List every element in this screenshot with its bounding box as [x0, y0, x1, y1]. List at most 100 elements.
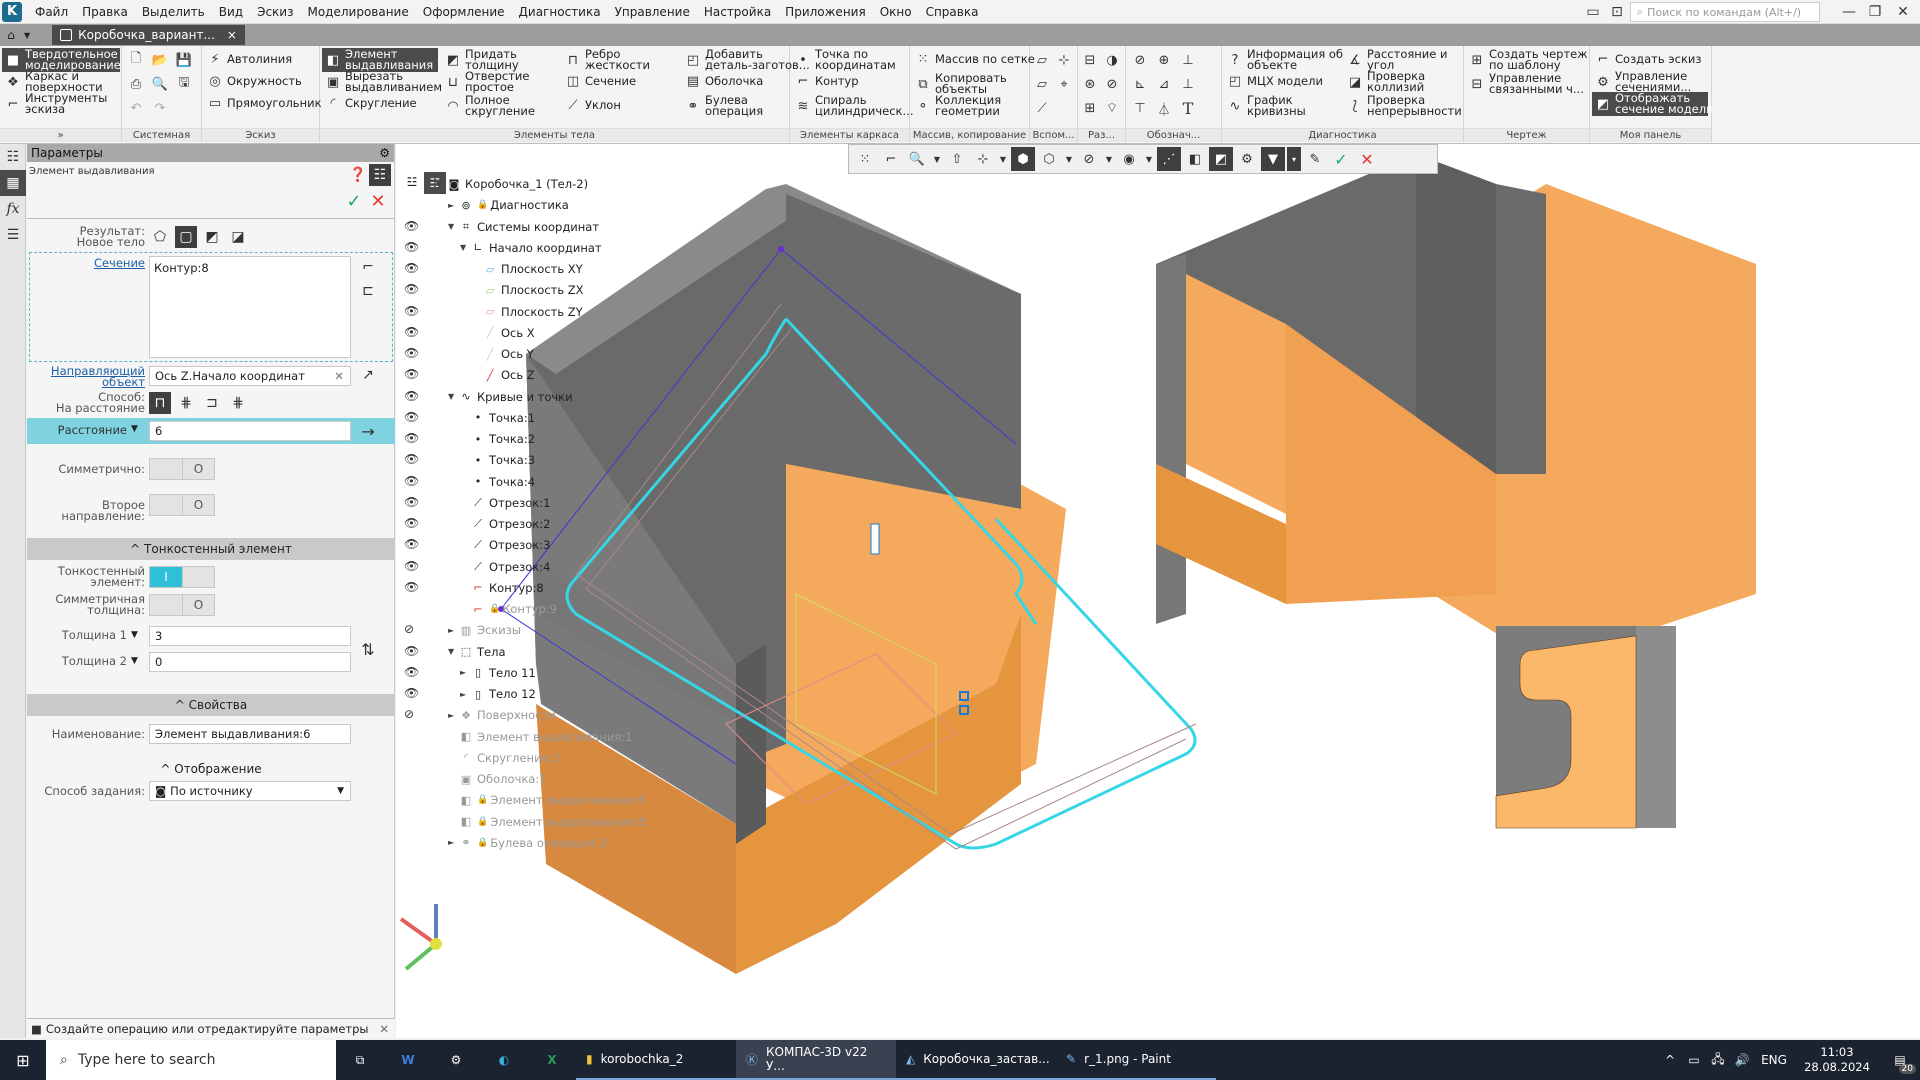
collision-check-button[interactable]: ◪ Проверка коллизий: [1344, 70, 1428, 94]
menu-item[interactable]: Выделить: [135, 5, 212, 19]
tree-node[interactable]: ▼ ⬚ Тела: [448, 642, 506, 662]
filter-dropdown-icon[interactable]: ▾: [1287, 147, 1301, 171]
preview-icon[interactable]: 🔍: [152, 76, 168, 92]
notifications-icon[interactable]: ▤ 20: [1880, 1040, 1920, 1080]
menu-item[interactable]: Моделирование: [300, 5, 415, 19]
direction-object-field[interactable]: Ось Z.Начало координат ✕: [149, 366, 351, 386]
result-subtract-icon[interactable]: ◩: [201, 226, 223, 248]
tree-node[interactable]: ╱ Ось Z: [472, 365, 535, 385]
save-as-icon[interactable]: 🖫: [176, 75, 192, 92]
result-merge-icon[interactable]: ▢: [175, 226, 197, 248]
eye-icon[interactable]: 👁: [404, 580, 420, 594]
weld-icon[interactable]: ⊿: [1156, 76, 1172, 92]
curvature-button[interactable]: ∿ График кривизны: [1224, 94, 1309, 118]
expand-arrow-icon[interactable]: ▼: [448, 647, 458, 656]
distance-input[interactable]: 6: [149, 421, 351, 441]
tolerance-icon[interactable]: ⏃: [1156, 100, 1172, 118]
fillet-button[interactable]: ◜ Скругление: [322, 94, 420, 112]
word-icon[interactable]: W: [384, 1040, 432, 1080]
eye-icon[interactable]: 👁: [404, 686, 420, 700]
eye-hidden-icon[interactable]: ⊘: [404, 622, 420, 636]
tree-node[interactable]: ▼ ∟ Начало координат: [460, 238, 602, 258]
show-dropdown-icon[interactable]: ▼: [1143, 147, 1155, 171]
text-icon[interactable]: T: [1180, 99, 1196, 118]
show-icon[interactable]: ◉: [1117, 147, 1141, 171]
expand-arrow-icon[interactable]: ▼: [460, 243, 470, 252]
eye-icon[interactable]: 👁: [404, 452, 420, 466]
roughness-icon[interactable]: ⊥: [1180, 52, 1196, 68]
params-panel-icon[interactable]: ▦: [0, 170, 26, 196]
tree-node[interactable]: • Точка:3: [460, 450, 535, 470]
expand-arrow-icon[interactable]: ►: [448, 711, 458, 720]
sketch-select-icon[interactable]: ⊏: [357, 280, 379, 302]
result-new-body-icon[interactable]: ⬠: [149, 226, 171, 248]
eye-icon[interactable]: 👁: [404, 644, 420, 658]
tree-node[interactable]: • Точка:2: [460, 429, 535, 449]
thin-wall-section-header[interactable]: ^ Тонкостенный элемент: [27, 538, 395, 560]
clear-icon[interactable]: ✕: [334, 369, 344, 383]
display-dropdown-icon[interactable]: ▼: [1063, 147, 1075, 171]
expand-arrow-icon[interactable]: ►: [460, 668, 470, 677]
eye-icon[interactable]: 👁: [404, 559, 420, 573]
home-dropdown-icon[interactable]: ▼: [24, 31, 30, 40]
tree-node[interactable]: ⟋ Отрезок:2: [460, 514, 550, 534]
task-view-icon[interactable]: ⧉: [336, 1040, 384, 1080]
rectangle-button[interactable]: ▭ Прямоугольник: [204, 94, 325, 112]
result-intersect-icon[interactable]: ◪: [227, 226, 249, 248]
radial-dim-icon[interactable]: ◑: [1104, 52, 1120, 68]
object-info-button[interactable]: ? Информация об объекте: [1224, 48, 1346, 72]
taskbar-search-input[interactable]: ⌕ Type here to search: [46, 1040, 336, 1080]
symmetric-toggle[interactable]: O: [149, 458, 215, 480]
close-window-button[interactable]: ✕: [1890, 2, 1916, 22]
method-to-vertex-icon[interactable]: ⊐: [201, 392, 223, 414]
direction-object-link[interactable]: Направляющий объект: [27, 365, 145, 388]
show-model-section-button[interactable]: ◩ Отображать сечение модели: [1592, 92, 1714, 116]
expand-arrow-icon[interactable]: ►: [460, 690, 470, 699]
tree-node[interactable]: ► ▯ Тело 11: [460, 663, 536, 683]
close-tab-icon[interactable]: ×: [227, 28, 237, 42]
draft-button[interactable]: ⟋ Уклон: [562, 96, 624, 114]
constraints-icon[interactable]: ⋰: [1157, 147, 1181, 171]
filter-icon[interactable]: ▼: [1261, 147, 1285, 171]
close-status-icon[interactable]: ✕: [379, 1022, 389, 1036]
save-icon[interactable]: 💾: [176, 52, 192, 68]
tree-node[interactable]: ⌐ Контур:8: [460, 578, 543, 598]
command-search-input[interactable]: ⌕ Поиск по командам (Alt+/): [1630, 2, 1820, 22]
reverse-direction-icon[interactable]: →: [357, 420, 379, 442]
eye-icon[interactable]: 👁: [404, 495, 420, 509]
section-toggle-icon[interactable]: ◧: [1183, 147, 1207, 171]
menu-item[interactable]: Оформление: [416, 5, 512, 19]
restore-button[interactable]: ❐: [1862, 2, 1888, 22]
cancel-operation-icon[interactable]: ✕: [1355, 147, 1379, 171]
geometry-collection-button[interactable]: ⚬ Коллекция геометрии: [912, 94, 1004, 118]
eye-icon[interactable]: 👁: [404, 410, 420, 424]
tree-node[interactable]: ◜ Скругление:1: [448, 748, 560, 768]
symmetric-thickness-toggle[interactable]: O: [149, 594, 215, 616]
swap-thickness-icon[interactable]: ⇅: [357, 638, 379, 660]
expand-arrow-icon[interactable]: ▼: [436, 180, 446, 189]
line-dim-icon[interactable]: ⊞: [1082, 100, 1098, 116]
rib-button[interactable]: ⊓ Ребро жесткости: [562, 48, 653, 72]
continuity-check-button[interactable]: ⟅ Проверка непрерывности: [1344, 94, 1465, 118]
contour-button[interactable]: ⌐ Контур: [792, 72, 862, 90]
mark-icon[interactable]: ⊤: [1132, 100, 1148, 116]
boolean-button[interactable]: ⚭ Булева операция: [682, 94, 766, 118]
diameter-dim-icon[interactable]: ⊘: [1104, 76, 1120, 92]
section-view-icon[interactable]: ◩: [1209, 147, 1233, 171]
leader-icon[interactable]: ⊾: [1132, 76, 1148, 92]
tree-node[interactable]: ╱ Ось X: [472, 323, 535, 343]
grid-array-button[interactable]: ⁙ Массив по сетке: [912, 50, 1038, 68]
tree-node[interactable]: ► ❖ Поверхности: [448, 705, 556, 725]
tree-node[interactable]: ▼ ∿ Кривые и точки: [448, 387, 573, 407]
method-to-surface-icon[interactable]: ⋕: [227, 392, 249, 414]
expand-arrow-icon[interactable]: ►: [448, 838, 458, 847]
thickness2-input[interactable]: 0: [149, 652, 351, 672]
language-indicator[interactable]: ENG: [1754, 1040, 1794, 1080]
tray-expand-icon[interactable]: ^: [1658, 1040, 1682, 1080]
menu-item[interactable]: Приложения: [778, 5, 873, 19]
cut-extrusion-button[interactable]: ▣ Вырезать выдавливанием: [322, 70, 445, 94]
open-file-icon[interactable]: 📂: [152, 52, 168, 68]
tree-node[interactable]: ▼ ⌗ Системы координат: [448, 217, 599, 237]
edge-icon[interactable]: ◐: [480, 1040, 528, 1080]
base-icon[interactable]: ⊥: [1180, 76, 1196, 92]
